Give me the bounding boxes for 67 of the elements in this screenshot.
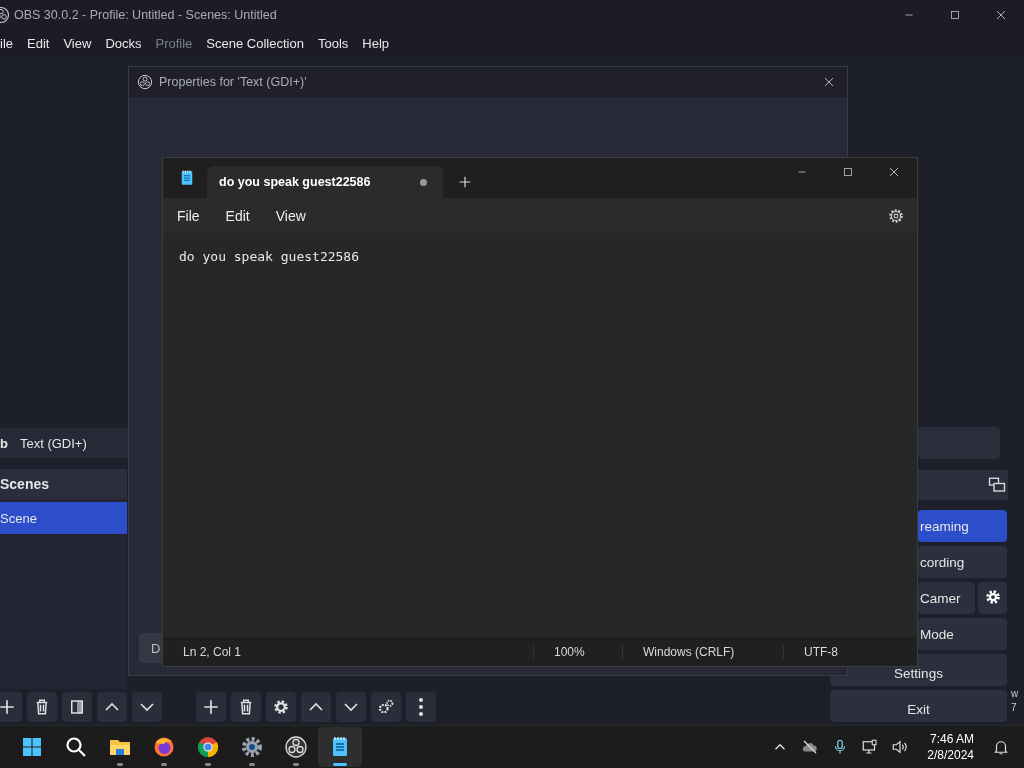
plus-icon xyxy=(457,174,473,190)
cloud-off-icon xyxy=(801,738,820,756)
search-icon xyxy=(64,735,88,759)
document-tab[interactable]: do you speak guest22586 xyxy=(207,166,443,198)
encoding: UTF-8 xyxy=(783,644,838,659)
control-button[interactable]: cording xyxy=(918,546,1007,578)
settings-icon xyxy=(983,587,1002,606)
zoom-level: 100% xyxy=(533,644,622,659)
menu-item[interactable]: Edit xyxy=(20,32,57,54)
menu-item[interactable]: Scene Collection xyxy=(199,32,311,54)
menu-item[interactable]: Edit xyxy=(217,203,258,228)
plus-icon xyxy=(0,698,16,716)
panel-title: Scenes xyxy=(0,476,50,492)
taskbar-app[interactable] xyxy=(318,727,362,767)
gears-button[interactable] xyxy=(371,692,401,722)
chevron-down-button[interactable] xyxy=(132,692,162,722)
menu-item[interactable]: Tools xyxy=(310,32,356,54)
start-streaming-button[interactable]: reaming xyxy=(918,510,1007,542)
source-name: Text (GDI+) xyxy=(19,435,87,451)
control-button[interactable]: Exit xyxy=(830,690,1007,722)
obs-logo-icon xyxy=(284,735,308,759)
gear-icon xyxy=(240,735,264,759)
cursor-position: Ln 2, Col 1 xyxy=(182,644,243,659)
monitor-network-icon xyxy=(861,738,880,756)
dialog-button[interactable]: D xyxy=(139,633,162,663)
chrome-icon xyxy=(196,735,220,759)
chevron-down-button[interactable] xyxy=(336,692,366,722)
fox-globe-icon xyxy=(152,735,176,759)
bell-icon xyxy=(992,738,1010,756)
menu-item[interactable]: Help xyxy=(355,32,397,54)
menu-item[interactable]: View xyxy=(56,32,99,54)
document-text: do you speak guest22586 xyxy=(179,249,359,264)
start-icon xyxy=(20,735,44,759)
menu-item[interactable]: ile xyxy=(0,32,20,54)
control-button[interactable]: Mode xyxy=(918,618,1007,650)
settings-button[interactable] xyxy=(978,582,1007,614)
obs-logo-icon xyxy=(137,74,153,90)
menu-item[interactable]: View xyxy=(267,203,314,228)
more-button[interactable] xyxy=(406,692,436,722)
delete-button[interactable] xyxy=(27,692,57,722)
scene-item[interactable]: Scene xyxy=(0,502,127,534)
virtual-camera-button[interactable]: Camer xyxy=(918,582,975,614)
maximize-icon xyxy=(841,165,855,179)
clock[interactable]: 7:46 AM 2/8/2024 xyxy=(919,731,982,763)
chevron-up-button[interactable] xyxy=(97,692,127,722)
volume-icon xyxy=(891,738,910,756)
plus-icon xyxy=(202,698,220,716)
settings-button[interactable] xyxy=(266,692,296,722)
window-title: OBS 30.0.2 - Profile: Untitled - Scenes: Untitled xyxy=(14,8,277,22)
cut-text: 7 xyxy=(1011,702,1017,713)
dialog-title: Properties for 'Text (GDI+)' xyxy=(159,75,307,89)
more-icon xyxy=(419,698,423,716)
plus-button[interactable] xyxy=(196,692,226,722)
gears-icon xyxy=(377,698,395,716)
menu-item[interactable]: File xyxy=(169,203,208,228)
new-tab-button[interactable] xyxy=(457,174,473,190)
line-endings: Windows (CRLF) xyxy=(622,644,783,659)
plus-button[interactable] xyxy=(0,692,22,722)
settings-button[interactable] xyxy=(887,206,905,225)
delete-button[interactable] xyxy=(231,692,261,722)
cut-text: w xyxy=(1011,688,1019,699)
source-icon-label: b xyxy=(0,435,8,451)
maximize-icon xyxy=(948,8,962,22)
settings-icon xyxy=(887,206,905,225)
chevron-up-button[interactable] xyxy=(301,692,331,722)
menu-item[interactable]: Docks xyxy=(98,32,149,54)
settings-icon xyxy=(272,698,290,716)
